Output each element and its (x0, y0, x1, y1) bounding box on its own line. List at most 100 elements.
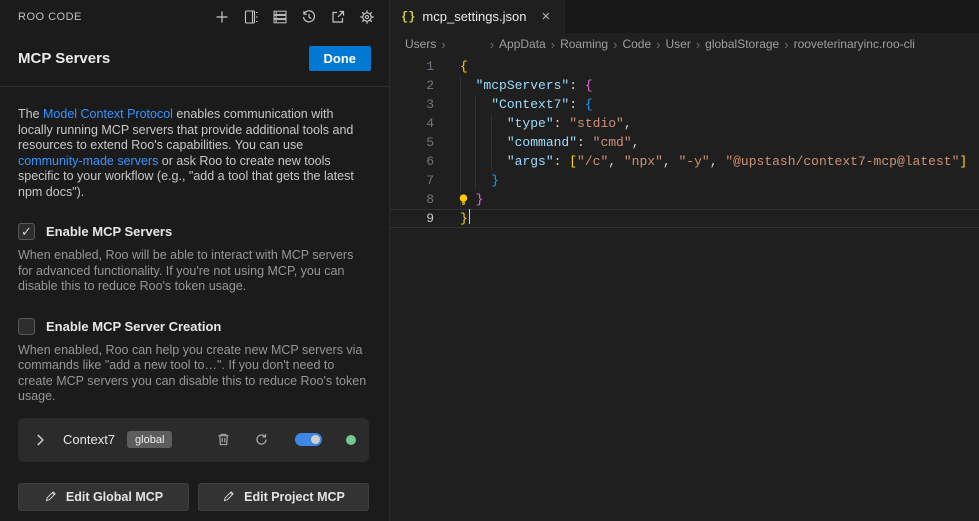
json-braces-icon: {} (401, 10, 415, 24)
line-number[interactable]: 2 (390, 76, 434, 95)
enable-mcp-creation-checkbox[interactable]: ✓ (18, 318, 35, 335)
breadcrumb-separator-icon: › (551, 37, 555, 52)
edit-buttons-row: Edit Global MCP Edit Project MCP (18, 483, 369, 511)
enable-mcp-creation-label: Enable MCP Server Creation (46, 319, 221, 334)
code-line-9[interactable]: 9} (390, 209, 979, 228)
breadcrumb-item[interactable]: rooveterinaryinc.roo-cli (794, 37, 915, 51)
open-external-button[interactable] (325, 5, 350, 29)
page-title: MCP Servers (18, 50, 110, 67)
code-area[interactable]: 1{2 "mcpServers": {3 "Context7": {4 "typ… (390, 55, 979, 521)
panel-titlebar: ROO CODE (0, 0, 389, 34)
mcp-description-text: The Model Context Protocol enables commu… (18, 107, 369, 200)
restart-server-button[interactable] (251, 430, 271, 450)
breadcrumb-separator-icon: › (613, 37, 617, 52)
lightbulb-icon[interactable] (456, 192, 471, 207)
mcp-servers-header: MCP Servers Done (0, 34, 389, 87)
breadcrumb-item[interactable]: Users (405, 37, 436, 51)
breadcrumb-separator-icon: › (656, 37, 660, 52)
line-number[interactable]: 9 (390, 209, 434, 228)
editor-group: {} mcp_settings.json × Users › › AppData › Ro… (390, 0, 979, 521)
server-scope-badge: global (127, 431, 172, 448)
breadcrumb-separator-icon: › (441, 37, 445, 52)
line-number[interactable]: 5 (390, 133, 434, 152)
code-line-6[interactable]: 6 "args": ["/c", "npx", "-y", "@upstash/… (390, 152, 979, 171)
notebook-icon (243, 9, 259, 25)
server-icon (272, 9, 288, 25)
enable-mcp-servers-description: When enabled, Roo will be able to intera… (18, 248, 369, 295)
code-line-1[interactable]: 1{ (390, 57, 979, 76)
panel-body: The Model Context Protocol enables commu… (0, 87, 389, 511)
breadcrumb-separator-icon: › (490, 37, 494, 52)
vscode-window: ROO CODE MCP Servers Done The Model Cont… (0, 0, 979, 521)
breadcrumb-separator-icon: › (784, 37, 788, 52)
plus-button[interactable] (209, 5, 234, 29)
close-tab-button[interactable]: × (538, 8, 553, 25)
pencil-icon (44, 490, 57, 503)
history-icon (301, 9, 317, 25)
history-button[interactable] (296, 5, 321, 29)
server-button[interactable] (267, 5, 292, 29)
pencil-icon (222, 490, 235, 503)
code-line-8[interactable]: 8 } (390, 190, 979, 209)
code-line-2[interactable]: 2 "mcpServers": { (390, 76, 979, 95)
code-line-5[interactable]: 5 "command": "cmd", (390, 133, 979, 152)
gear-icon (359, 9, 375, 25)
text-cursor (469, 209, 471, 224)
edit-project-mcp-button[interactable]: Edit Project MCP (198, 483, 369, 511)
enable-mcp-servers-row: ✓ Enable MCP Servers (18, 223, 369, 240)
breadcrumb-item[interactable]: User (665, 37, 690, 51)
code-line-content: "type": "stdio", (460, 114, 632, 133)
tab-bar: {} mcp_settings.json × (390, 0, 979, 33)
tab-mcp-settings-json[interactable]: {} mcp_settings.json × (390, 0, 565, 33)
delete-server-button[interactable] (213, 430, 233, 450)
refresh-icon (254, 432, 269, 447)
code-line-4[interactable]: 4 "type": "stdio", (390, 114, 979, 133)
server-status-indicator (346, 435, 356, 445)
line-number[interactable]: 4 (390, 114, 434, 133)
extension-title: ROO CODE (18, 11, 82, 23)
open-external-icon (330, 9, 346, 25)
intro-text: The (18, 107, 43, 121)
breadcrumb-item[interactable]: AppData (499, 37, 546, 51)
check-icon: ✓ (21, 224, 32, 240)
model-context-protocol-link[interactable]: Model Context Protocol (43, 107, 173, 121)
code-line-content: "command": "cmd", (460, 133, 639, 152)
code-line-3[interactable]: 3 "Context7": { (390, 95, 979, 114)
edit-project-mcp-label: Edit Project MCP (244, 490, 345, 504)
expand-server-button[interactable] (31, 431, 49, 449)
edit-global-mcp-button[interactable]: Edit Global MCP (18, 483, 189, 511)
code-line-content: "args": ["/c", "npx", "-y", "@upstash/co… (460, 152, 967, 171)
code-line-7[interactable]: 7 } (390, 171, 979, 190)
enable-mcp-servers-checkbox[interactable]: ✓ (18, 223, 35, 240)
community-made-servers-link[interactable]: community-made servers (18, 154, 158, 168)
code-line-content: "mcpServers": { (460, 76, 593, 95)
line-number[interactable]: 8 (390, 190, 434, 209)
edit-global-mcp-label: Edit Global MCP (66, 490, 163, 504)
plus-icon (214, 9, 230, 25)
tab-title: mcp_settings.json (422, 9, 526, 24)
code-line-content: { (460, 57, 468, 76)
code-line-content: } (460, 209, 470, 228)
trash-icon (216, 432, 231, 447)
enable-mcp-servers-label: Enable MCP Servers (46, 224, 172, 239)
line-number[interactable]: 3 (390, 95, 434, 114)
enable-mcp-creation-description: When enabled, Roo can help you create ne… (18, 343, 369, 405)
server-row-context7: Context7 global (18, 418, 369, 462)
breadcrumb-separator-icon: › (696, 37, 700, 52)
line-number[interactable]: 1 (390, 57, 434, 76)
notebook-button[interactable] (238, 5, 263, 29)
line-number[interactable]: 6 (390, 152, 434, 171)
breadcrumb-item[interactable]: Roaming (560, 37, 608, 51)
server-enabled-toggle[interactable] (295, 433, 322, 446)
breadcrumb-item[interactable]: Code (622, 37, 651, 51)
done-button[interactable]: Done (309, 46, 372, 71)
toggle-knob (311, 435, 320, 444)
breadcrumb-item[interactable]: globalStorage (705, 37, 779, 51)
gear-button[interactable] (354, 5, 379, 29)
server-name: Context7 (63, 432, 115, 447)
code-line-content: "Context7": { (460, 95, 593, 114)
roo-code-panel: ROO CODE MCP Servers Done The Model Cont… (0, 0, 390, 521)
line-number[interactable]: 7 (390, 171, 434, 190)
breadcrumb: Users › › AppData › Roaming › Code › User › globalS… (390, 33, 979, 55)
panel-toolbar (209, 5, 379, 29)
